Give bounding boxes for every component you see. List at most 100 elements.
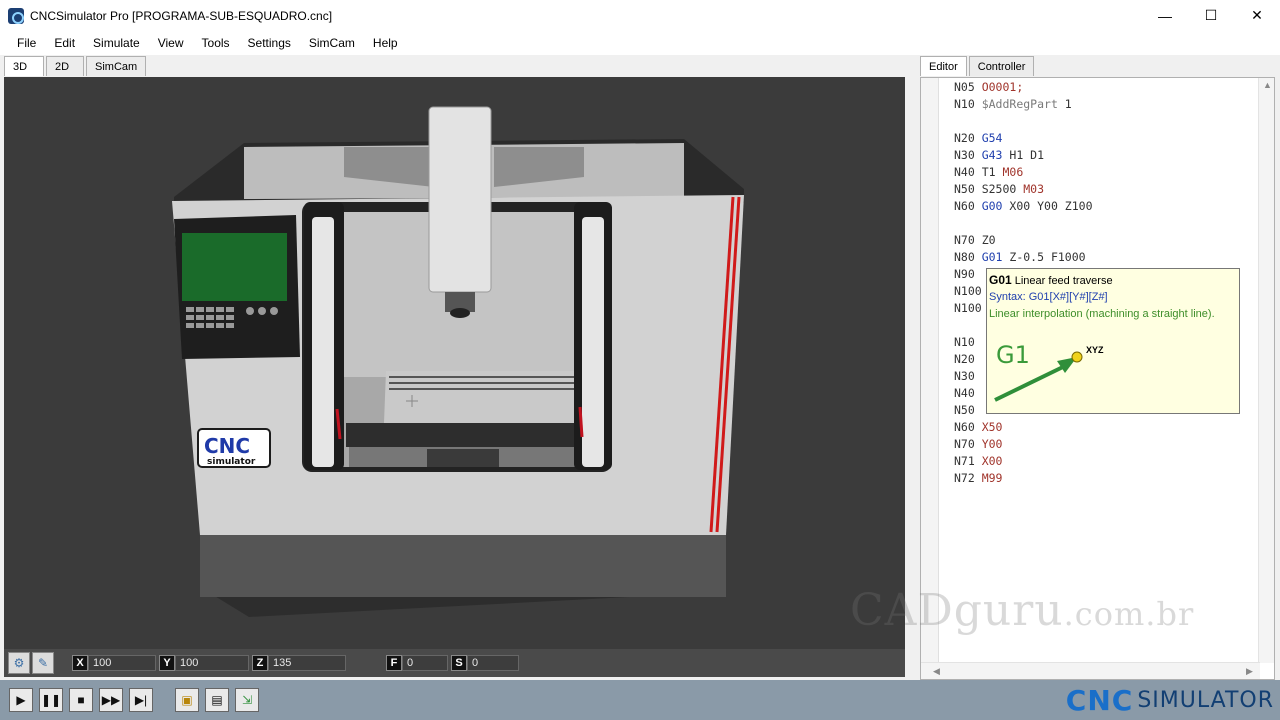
code-line[interactable]: N72 M99 [954,470,1093,487]
code-line[interactable]: N60 G00 X00 Y00 Z100 [954,198,1093,215]
scroll-right-icon[interactable]: ▶ [1246,666,1253,677]
menu-tools[interactable]: Tools [193,31,239,55]
menu-simcam[interactable]: SimCam [300,31,364,55]
z-value: 135 [268,655,346,671]
code-token: N90 [954,267,982,281]
menu-bar: File Edit Simulate View Tools Settings S… [0,31,1280,55]
coord-z: Z 135 [252,655,346,671]
minimize-button[interactable]: — [1142,0,1188,31]
code-line[interactable]: N80 G01 Z-0.5 F1000 [954,249,1093,266]
fast-forward-icon[interactable]: ▶▶ [99,688,123,712]
code-line[interactable]: N71 X00 [954,453,1093,470]
watermark: CADguru.com.br [850,585,1194,636]
code-token: N30 [954,369,982,383]
code-line[interactable]: N70 Y00 [954,436,1093,453]
code-line[interactable] [954,215,1093,232]
code-token: O0001; [981,80,1024,94]
view-tabs: 3D 2D SimCam [4,56,148,76]
menu-view[interactable]: View [149,31,193,55]
code-token: X50 [981,420,1003,434]
code-token: N60 [954,420,982,434]
code-token: N70 [954,437,982,451]
horizontal-scrollbar[interactable]: ◀ ▶ [921,662,1260,679]
scroll-up-icon[interactable]: ▲ [1263,80,1272,90]
coord-y: Y 100 [159,655,249,671]
logo-text-cnc: CNC [204,434,250,458]
menu-settings[interactable]: Settings [239,31,300,55]
tab-2d[interactable]: 2D [46,56,84,76]
y-label: Y [159,655,175,671]
code-line[interactable]: N60 X50 [954,419,1093,436]
code-token: M06 [1002,165,1024,179]
menu-help[interactable]: Help [364,31,407,55]
export-icon[interactable]: ⇲ [235,688,259,712]
code-line[interactable]: N10 $AddRegPart 1 [954,96,1093,113]
code-line[interactable]: N05 O0001; [954,79,1093,96]
code-token: N60 [954,199,982,213]
code-token: N05 [954,80,982,94]
y-value: 100 [175,655,249,671]
code-token: N40 [954,165,982,179]
code-token: N10 [954,335,982,349]
code-line[interactable]: N50 S2500 M03 [954,181,1093,198]
z-label: Z [252,655,268,671]
pause-icon[interactable]: ❚❚ [39,688,63,712]
code-line[interactable] [954,113,1093,130]
close-button[interactable]: ✕ [1234,0,1280,31]
code-token: G54 [981,131,1003,145]
tab-simcam[interactable]: SimCam [86,56,147,76]
menu-file[interactable]: File [8,31,45,55]
code-token: N10 [954,97,982,111]
code-line[interactable]: N20 G54 [954,130,1093,147]
code-token: G01 [981,250,1003,264]
s-value: 0 [467,655,519,671]
cnc-machine-render: CNC simulator [172,106,744,617]
code-token: G00 [981,199,1003,213]
machine-icon[interactable]: ▤ [205,688,229,712]
coord-s: S 0 [451,655,519,671]
gcode-tooltip: G01 Linear feed traverse Syntax: G01[X#]… [986,268,1240,414]
code-token: N80 [954,250,982,264]
code-token: N50 [954,403,982,417]
play-icon[interactable]: ▶ [9,688,33,712]
s-label: S [451,655,467,671]
coord-f: F 0 [386,655,448,671]
code-line[interactable]: N30 G43 H1 D1 [954,147,1093,164]
menu-edit[interactable]: Edit [45,31,84,55]
coord-x: X 100 [72,655,156,671]
code-token: S2500 [981,182,1024,196]
code-token: N30 [954,148,982,162]
code-line[interactable]: N40 T1 M06 [954,164,1093,181]
watermark-main: CADguru [850,585,1064,636]
brand-logo: CNC SIMULATOR [1066,682,1274,718]
code-line[interactable]: N70 Z0 [954,232,1093,249]
code-token: M99 [981,471,1003,485]
machine-view-icon[interactable]: ⚙ [8,652,30,674]
brand-simulator: SIMULATOR [1137,687,1274,713]
code-token: T1 [981,165,1003,179]
scroll-left-icon[interactable]: ◀ [933,666,940,677]
code-token: N50 [954,182,982,196]
title-bar: CNCSimulator Pro [PROGRAMA-SUB-ESQUADRO.… [0,0,1280,31]
menu-simulate[interactable]: Simulate [84,31,149,55]
f-label: F [386,655,402,671]
window-title: CNCSimulator Pro [PROGRAMA-SUB-ESQUADRO.… [30,8,333,23]
tab-editor[interactable]: Editor [920,56,967,76]
frame-icon[interactable]: ▣ [175,688,199,712]
code-token: N40 [954,386,982,400]
playback-bar: ▶ ❚❚ ■ ▶▶ ▶| ▣ ▤ ⇲ CNC SIMULATOR [0,680,1280,720]
code-token: 1 [1057,97,1072,111]
maximize-button[interactable]: ☐ [1188,0,1234,31]
step-icon[interactable]: ▶| [129,688,153,712]
code-token: H1 D1 [1002,148,1045,162]
tool-icon[interactable]: ✎ [32,652,54,674]
code-token: N100 [954,301,982,315]
3d-viewport[interactable]: CNC simulator [4,77,905,649]
tab-3d[interactable]: 3D [4,56,44,76]
stop-icon[interactable]: ■ [69,688,93,712]
control-screen [182,233,287,301]
vertical-scrollbar[interactable]: ▲ [1258,78,1274,663]
code-token: M03 [1023,182,1045,196]
tab-controller[interactable]: Controller [968,56,1035,76]
code-token: Z-0.5 F1000 [1002,250,1086,264]
